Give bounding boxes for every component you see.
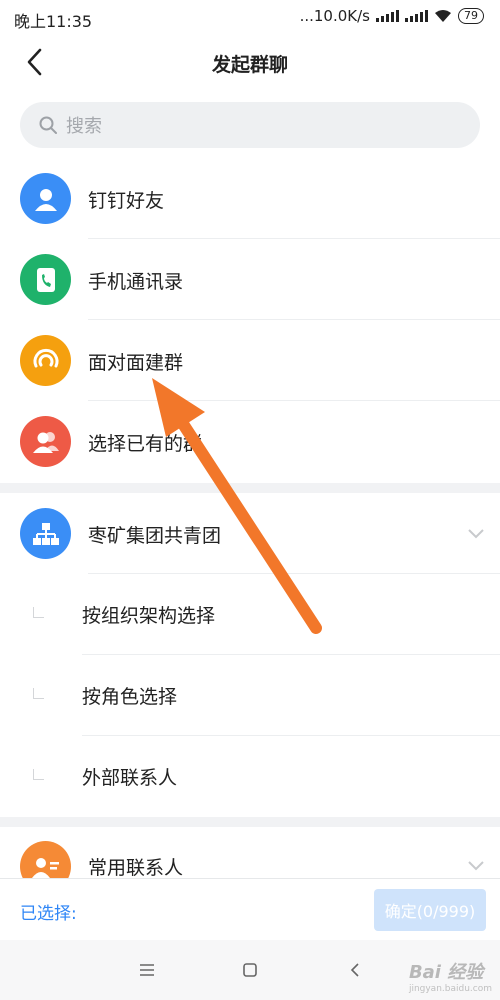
network-speed: ...10.0K/s bbox=[299, 7, 370, 25]
back-nav-icon[interactable] bbox=[343, 958, 367, 982]
list-item-label: 选择已有的群 bbox=[88, 433, 203, 455]
org-header[interactable]: 枣矿集团共青团 bbox=[0, 493, 500, 574]
home-icon[interactable] bbox=[238, 958, 262, 982]
radar-icon bbox=[20, 335, 71, 386]
phone-book-icon bbox=[20, 254, 71, 305]
baidu-watermark: Bai 经验 jingyan.baidu.com bbox=[409, 958, 492, 994]
org-option-label: 按组织架构选择 bbox=[82, 605, 216, 627]
chevron-down-icon[interactable] bbox=[466, 858, 486, 872]
watermark-brand: Bai 经验 bbox=[408, 962, 484, 983]
chevron-down-icon[interactable] bbox=[466, 526, 486, 540]
list-item-existing-group[interactable]: 选择已有的群 bbox=[0, 401, 500, 482]
selected-count-label: 已选择: bbox=[20, 904, 77, 924]
list-item-frequent-contacts[interactable]: 常用联系人 bbox=[0, 827, 500, 878]
header: 发起群聊 bbox=[0, 34, 500, 92]
watermark-url: jingyan.baidu.com bbox=[408, 984, 492, 994]
list-item-label: 钉钉好友 bbox=[88, 190, 165, 212]
search-input[interactable]: 搜索 bbox=[20, 102, 480, 148]
org-option-label: 外部联系人 bbox=[82, 767, 178, 789]
status-icons: ...10.0K/s 79 bbox=[300, 7, 484, 25]
status-time: 晚上11:35 bbox=[14, 12, 93, 31]
selection-bar: 已选择: 确定(0/999) bbox=[0, 878, 500, 941]
signal-icon-2 bbox=[405, 10, 428, 22]
list-item-face-to-face-group[interactable]: 面对面建群 bbox=[0, 320, 500, 401]
person-icon bbox=[20, 173, 71, 224]
confirm-button[interactable]: 确定(0/999) bbox=[374, 889, 486, 931]
list-item-phone-contacts[interactable]: 手机通讯录 bbox=[0, 239, 500, 320]
signal-icon bbox=[376, 10, 399, 22]
search-icon bbox=[39, 116, 57, 134]
org-option-structure[interactable]: 按组织架构选择 bbox=[0, 574, 500, 655]
search-placeholder: 搜索 bbox=[66, 116, 102, 137]
page-title: 发起群聊 bbox=[211, 54, 288, 76]
menu-icon[interactable] bbox=[135, 958, 159, 982]
wifi-icon bbox=[435, 10, 451, 22]
list-item-label: 常用联系人 bbox=[88, 857, 184, 878]
org-name: 枣矿集团共青团 bbox=[88, 525, 222, 547]
list-item-label: 面对面建群 bbox=[88, 352, 184, 374]
battery-icon: 79 bbox=[458, 8, 484, 24]
contact-card-icon bbox=[20, 841, 71, 878]
list-item-dingtalk-friends[interactable]: 钉钉好友 bbox=[0, 158, 500, 239]
org-option-external[interactable]: 外部联系人 bbox=[0, 736, 500, 817]
section-divider bbox=[0, 817, 500, 827]
system-nav-bar: Bai 经验 jingyan.baidu.com bbox=[0, 940, 500, 1000]
status-bar: 晚上11:35 ...10.0K/s 79 bbox=[0, 0, 500, 34]
org-chart-icon bbox=[20, 508, 71, 559]
org-option-label: 按角色选择 bbox=[82, 686, 178, 708]
list-item-label: 手机通讯录 bbox=[88, 271, 184, 293]
group-icon bbox=[20, 416, 71, 467]
org-option-role[interactable]: 按角色选择 bbox=[0, 655, 500, 736]
section-divider bbox=[0, 483, 500, 493]
